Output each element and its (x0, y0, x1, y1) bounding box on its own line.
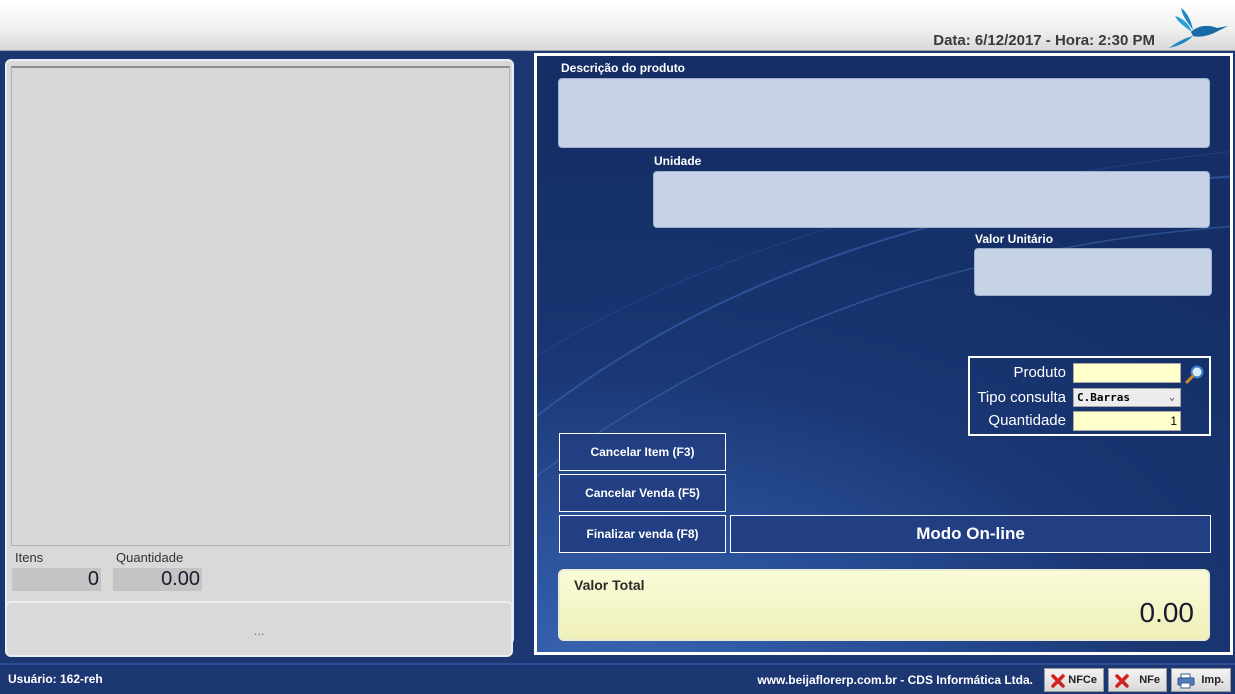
nfe-label: NFe (1139, 674, 1160, 686)
quantity-total-value: 0.00 (113, 568, 202, 591)
chevron-down-icon: ⌄ (1168, 392, 1175, 403)
unit-price-field (974, 248, 1212, 296)
quantity-input[interactable]: 1 (1073, 411, 1181, 431)
query-type-select[interactable]: C.Barras ⌄ (1073, 388, 1181, 407)
nfce-label: NFCe (1068, 674, 1097, 686)
query-type-label: Tipo consulta (977, 389, 1066, 406)
cancel-item-button[interactable]: Cancelar Item (F3) (559, 433, 726, 471)
total-value-box: Valor Total 0.00 (558, 569, 1210, 641)
product-panel: Descrição do produto Unidade Valor Unitá… (534, 53, 1233, 655)
unit-field (653, 171, 1210, 228)
product-search-input[interactable] (1073, 363, 1181, 383)
cancel-sale-button[interactable]: Cancelar Venda (F5) (559, 474, 726, 512)
unit-label: Unidade (654, 154, 702, 168)
quantity-label: Quantidade (988, 412, 1066, 429)
items-count-value: 0 (12, 568, 101, 591)
printer-label: Imp. (1201, 674, 1224, 686)
nfce-button[interactable]: NFCe (1044, 668, 1104, 692)
query-type-value: C.Barras (1077, 391, 1130, 404)
sale-items-panel: Itens Quantidade 0 0.00 (5, 59, 514, 645)
user-label: Usuário: 162-reh (8, 672, 103, 686)
printer-button[interactable]: Imp. (1171, 668, 1231, 692)
product-search-label: Produto (1013, 364, 1066, 381)
datetime-display: Data: 6/12/2017 - Hora: 2:30 PM (933, 32, 1155, 49)
total-value: 0.00 (1139, 597, 1195, 628)
red-x-icon (1051, 674, 1065, 688)
printer-icon (1177, 673, 1195, 689)
message-box: ... (5, 601, 513, 657)
company-footer: www.beijaflorerp.com.br - CDS Informátic… (757, 673, 1033, 687)
quantity-total-label: Quantidade (116, 550, 184, 565)
description-label: Descrição do produto (561, 61, 686, 75)
items-count-label: Itens (15, 550, 44, 565)
nfe-button[interactable]: NFe (1108, 668, 1167, 692)
hummingbird-logo-icon (1169, 8, 1228, 48)
product-search-box: Produto Tipo consulta C.Barras ⌄ Quantid… (968, 356, 1211, 436)
status-bar: Usuário: 162-reh www.beijaflorerp.com.br… (0, 663, 1235, 694)
top-header: Data: 6/12/2017 - Hora: 2:30 PM (0, 0, 1235, 51)
main-area: Itens Quantidade 0 0.00 ... Descrição do… (0, 51, 1235, 663)
sale-items-list[interactable] (11, 66, 510, 546)
finish-sale-button[interactable]: Finalizar venda (F8) (559, 515, 726, 553)
red-x-icon (1115, 674, 1129, 688)
total-label: Valor Total (574, 577, 645, 593)
search-icon[interactable] (1185, 364, 1205, 384)
online-mode-button[interactable]: Modo On-line (730, 515, 1211, 553)
description-field (558, 78, 1210, 148)
unit-price-label: Valor Unitário (975, 232, 1054, 246)
